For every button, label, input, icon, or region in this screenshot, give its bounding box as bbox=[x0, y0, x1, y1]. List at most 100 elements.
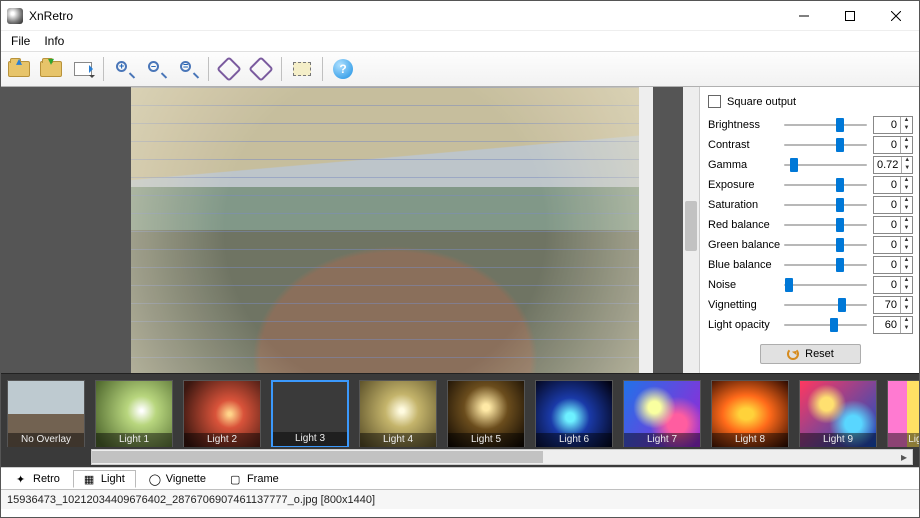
vertical-scrollbar[interactable] bbox=[683, 87, 699, 373]
thumb-caption: Light 10 bbox=[888, 433, 919, 447]
slider-noise[interactable] bbox=[784, 278, 867, 292]
tab-light-label: Light bbox=[101, 473, 125, 485]
scrollbar-thumb[interactable] bbox=[92, 451, 543, 463]
spin-gamma[interactable]: 0.72▲▼ bbox=[873, 156, 913, 174]
scroll-right-arrow-icon[interactable]: ▸ bbox=[896, 450, 912, 464]
overlay-thumb[interactable]: Light 3 bbox=[271, 380, 349, 447]
thumb-caption: Light 6 bbox=[536, 433, 612, 447]
status-dimensions: [800x1440] bbox=[321, 494, 375, 506]
reset-icon bbox=[787, 348, 799, 360]
spin-buttons[interactable]: ▲▼ bbox=[900, 317, 912, 333]
help-button[interactable]: ? bbox=[329, 55, 357, 83]
slider-light-opacity[interactable] bbox=[784, 318, 867, 332]
canvas-left-pad bbox=[1, 87, 131, 373]
square-output-checkbox[interactable]: Square output bbox=[708, 93, 913, 112]
status-bar: 15936473_10212034409676402_2876706907461… bbox=[1, 489, 919, 509]
slider-brightness[interactable] bbox=[784, 118, 867, 132]
spin-light-opacity[interactable]: 60▲▼ bbox=[873, 316, 913, 334]
overlay-thumb[interactable]: Light 6 bbox=[535, 380, 613, 447]
slider-row: Exposure0▲▼ bbox=[708, 175, 913, 195]
tab-vignette[interactable]: ◯ Vignette bbox=[138, 470, 217, 488]
overlay-thumb[interactable]: Light 9 bbox=[799, 380, 877, 447]
spin-blue-balance[interactable]: 0▲▼ bbox=[873, 256, 913, 274]
minimize-button[interactable] bbox=[781, 1, 827, 31]
spin-value: 0 bbox=[874, 257, 900, 273]
rotate-right-button[interactable] bbox=[247, 55, 275, 83]
tab-light[interactable]: ▦ Light bbox=[73, 470, 136, 488]
spin-value: 0 bbox=[874, 117, 900, 133]
save-button[interactable]: ▾ bbox=[37, 55, 65, 83]
spin-buttons[interactable]: ▲▼ bbox=[900, 297, 912, 313]
spin-buttons[interactable]: ▲▼ bbox=[900, 237, 912, 253]
share-button[interactable] bbox=[69, 55, 97, 83]
menu-info[interactable]: Info bbox=[38, 32, 70, 50]
open-button[interactable]: ▴ bbox=[5, 55, 33, 83]
toolbar-separator bbox=[103, 57, 104, 81]
spin-buttons[interactable]: ▲▼ bbox=[901, 157, 912, 173]
slider-saturation[interactable] bbox=[784, 198, 867, 212]
overlay-thumb-list: No OverlayLight 1Light 2Light 3Light 4Li… bbox=[1, 374, 919, 447]
thumb-caption: Light 8 bbox=[712, 433, 788, 447]
maximize-button[interactable] bbox=[827, 1, 873, 31]
horizontal-scrollbar[interactable]: ◂ ▸ bbox=[91, 449, 913, 465]
zoom-in-button[interactable]: + bbox=[110, 55, 138, 83]
spin-contrast[interactable]: 0▲▼ bbox=[873, 136, 913, 154]
crop-button[interactable] bbox=[288, 55, 316, 83]
slider-red-balance[interactable] bbox=[784, 218, 867, 232]
tab-frame[interactable]: ▢ Frame bbox=[219, 470, 290, 488]
spin-saturation[interactable]: 0▲▼ bbox=[873, 196, 913, 214]
slider-vignetting[interactable] bbox=[784, 298, 867, 312]
overlay-thumb[interactable]: Light 10 bbox=[887, 380, 919, 447]
spin-vignetting[interactable]: 70▲▼ bbox=[873, 296, 913, 314]
thumb-caption: No Overlay bbox=[8, 433, 84, 447]
reset-button[interactable]: Reset bbox=[760, 344, 861, 364]
toolbar-separator bbox=[281, 57, 282, 81]
spin-buttons[interactable]: ▲▼ bbox=[900, 177, 912, 193]
effect-tabs: ✦ Retro ▦ Light ◯ Vignette ▢ Frame bbox=[1, 467, 919, 489]
overlay-thumb[interactable]: Light 2 bbox=[183, 380, 261, 447]
spin-noise[interactable]: 0▲▼ bbox=[873, 276, 913, 294]
overlay-thumb[interactable]: Light 5 bbox=[447, 380, 525, 447]
slider-contrast[interactable] bbox=[784, 138, 867, 152]
slider-row: Red balance0▲▼ bbox=[708, 215, 913, 235]
overlay-thumb[interactable]: No Overlay bbox=[7, 380, 85, 447]
zoom-fit-button[interactable]: = bbox=[174, 55, 202, 83]
spin-green-balance[interactable]: 0▲▼ bbox=[873, 236, 913, 254]
slider-gamma[interactable] bbox=[784, 158, 867, 172]
image-canvas[interactable] bbox=[131, 87, 653, 373]
slider-label: Brightness bbox=[708, 119, 778, 131]
slider-green-balance[interactable] bbox=[784, 238, 867, 252]
overlay-thumb[interactable]: Light 4 bbox=[359, 380, 437, 447]
spin-value: 0 bbox=[874, 237, 900, 253]
tab-frame-label: Frame bbox=[247, 473, 279, 485]
spin-brightness[interactable]: 0▲▼ bbox=[873, 116, 913, 134]
spin-red-balance[interactable]: 0▲▼ bbox=[873, 216, 913, 234]
spin-exposure[interactable]: 0▲▼ bbox=[873, 176, 913, 194]
status-filename: 15936473_10212034409676402_2876706907461… bbox=[7, 494, 318, 506]
slider-row: Blue balance0▲▼ bbox=[708, 255, 913, 275]
slider-exposure[interactable] bbox=[784, 178, 867, 192]
spin-buttons[interactable]: ▲▼ bbox=[900, 257, 912, 273]
zoom-out-button[interactable]: – bbox=[142, 55, 170, 83]
slider-blue-balance[interactable] bbox=[784, 258, 867, 272]
spin-value: 70 bbox=[874, 297, 900, 313]
close-button[interactable] bbox=[873, 1, 919, 31]
canvas-wrap bbox=[1, 87, 699, 373]
spin-buttons[interactable]: ▲▼ bbox=[900, 197, 912, 213]
slider-row: Noise0▲▼ bbox=[708, 275, 913, 295]
spin-buttons[interactable]: ▲▼ bbox=[900, 277, 912, 293]
spin-buttons[interactable]: ▲▼ bbox=[900, 117, 912, 133]
spin-value: 0 bbox=[874, 277, 900, 293]
spin-buttons[interactable]: ▲▼ bbox=[900, 137, 912, 153]
scrollbar-thumb[interactable] bbox=[685, 201, 697, 251]
overlay-thumb[interactable]: Light 7 bbox=[623, 380, 701, 447]
rotate-left-button[interactable] bbox=[215, 55, 243, 83]
window-title: XnRetro bbox=[29, 9, 73, 23]
menu-file[interactable]: File bbox=[5, 32, 36, 50]
spin-buttons[interactable]: ▲▼ bbox=[900, 217, 912, 233]
overlay-thumb[interactable]: Light 1 bbox=[95, 380, 173, 447]
overlay-thumb[interactable]: Light 8 bbox=[711, 380, 789, 447]
tab-retro[interactable]: ✦ Retro bbox=[5, 470, 71, 488]
spin-value: 0 bbox=[874, 177, 900, 193]
title-bar: XnRetro bbox=[1, 1, 919, 31]
